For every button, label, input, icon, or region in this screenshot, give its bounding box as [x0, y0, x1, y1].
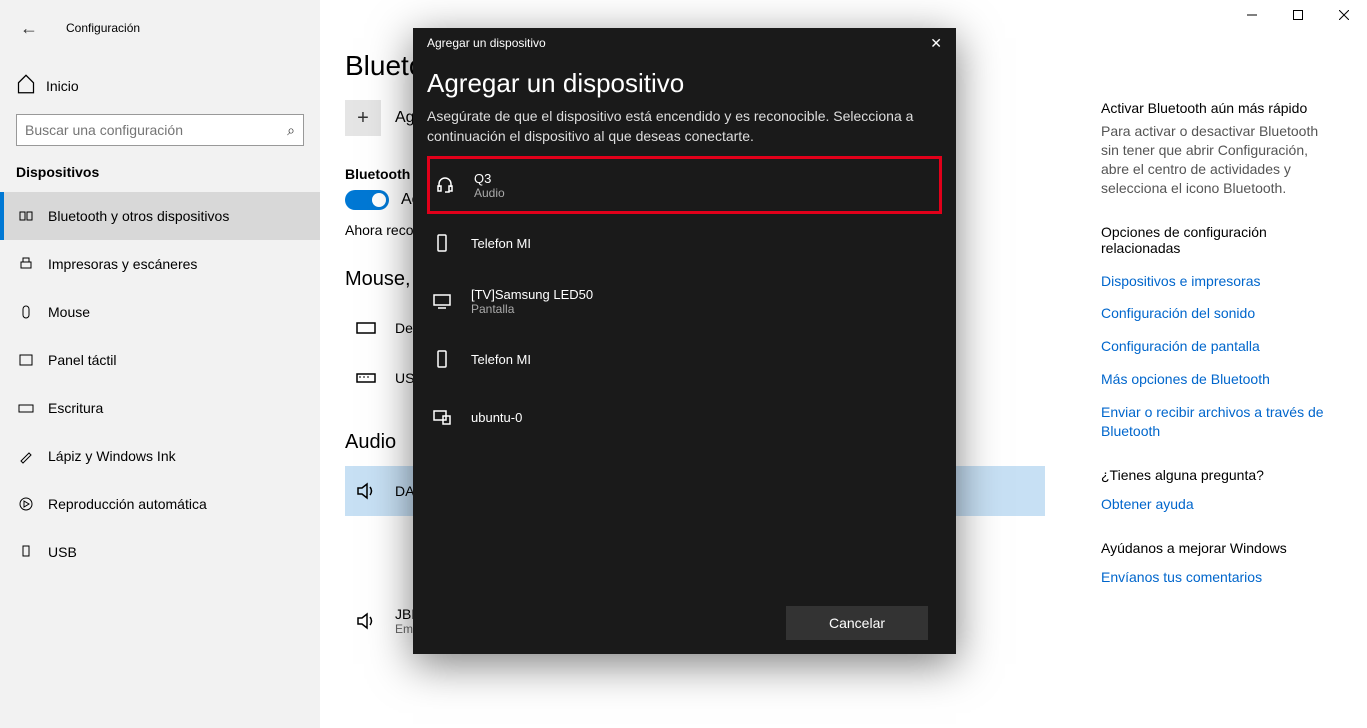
- nav-usb[interactable]: USB: [0, 528, 320, 576]
- related-title: Opciones de configuración relacionadas: [1101, 224, 1331, 256]
- nav-touchpad[interactable]: Panel táctil: [0, 336, 320, 384]
- search-box[interactable]: ⌕: [16, 114, 304, 146]
- nav-autoplay[interactable]: Reproducción automática: [0, 480, 320, 528]
- window-title: Configuración: [66, 21, 140, 35]
- nav-typing[interactable]: Escritura: [0, 384, 320, 432]
- section-title: Dispositivos: [0, 164, 320, 180]
- nav-label: Bluetooth y otros dispositivos: [48, 208, 229, 224]
- keyboard-icon: [16, 400, 36, 416]
- mouse-icon: [16, 304, 36, 320]
- nav-mouse[interactable]: Mouse: [0, 288, 320, 336]
- link-more-bt[interactable]: Más opciones de Bluetooth: [1101, 370, 1331, 389]
- add-device-dialog: Agregar un dispositivo ✕ Agregar un disp…: [413, 28, 956, 654]
- dialog-desc: Asegúrate de que el dispositivo está enc…: [427, 107, 942, 146]
- dialog-title: Agregar un dispositivo: [427, 36, 546, 50]
- nav-label: Escritura: [48, 400, 103, 416]
- device-item-q3[interactable]: Q3 Audio: [427, 156, 942, 214]
- keyboard-icon: [353, 315, 379, 341]
- device-item-phone[interactable]: Telefon MI: [427, 214, 942, 272]
- headset-icon: [434, 174, 456, 196]
- fast-bt-desc: Para activar o desactivar Bluetooth sin …: [1101, 122, 1331, 198]
- device-item-tv[interactable]: [TV]Samsung LED50 Pantalla: [427, 272, 942, 330]
- link-sound-config[interactable]: Configuración del sonido: [1101, 304, 1331, 323]
- nav-label: Mouse: [48, 304, 90, 320]
- device-item-computer[interactable]: ubuntu-0: [427, 388, 942, 446]
- search-icon: ⌕: [287, 122, 295, 139]
- device-name: Telefon MI: [471, 236, 531, 251]
- nav-label: USB: [48, 544, 77, 560]
- computer-icon: [431, 406, 453, 428]
- bluetooth-devices-icon: [16, 208, 36, 224]
- nav-list: Bluetooth y otros dispositivos Impresora…: [0, 192, 320, 576]
- bluetooth-toggle[interactable]: [345, 190, 389, 210]
- question-title: ¿Tienes alguna pregunta?: [1101, 467, 1331, 483]
- touchpad-icon: [16, 352, 36, 368]
- monitor-icon: [431, 290, 453, 312]
- nav-label: Reproducción automática: [48, 496, 207, 512]
- printer-icon: [16, 256, 36, 272]
- home-icon: [16, 74, 36, 99]
- device-item-phone[interactable]: Telefon MI: [427, 330, 942, 388]
- close-button[interactable]: [1321, 0, 1367, 30]
- window-controls: [1229, 0, 1367, 30]
- phone-icon: [431, 348, 453, 370]
- device-kind: Audio: [474, 186, 505, 200]
- nav-label: Panel táctil: [48, 352, 116, 368]
- link-display-config[interactable]: Configuración de pantalla: [1101, 337, 1331, 356]
- fast-bt-title: Activar Bluetooth aún más rápido: [1101, 100, 1331, 116]
- device-name: Telefon MI: [471, 352, 531, 367]
- home-link[interactable]: Inicio: [0, 66, 320, 106]
- speaker-icon: [353, 478, 379, 504]
- keyboard-icon: [353, 365, 379, 391]
- search-input[interactable]: [25, 122, 287, 138]
- dialog-heading: Agregar un dispositivo: [427, 58, 942, 107]
- device-name: DA: [395, 483, 414, 499]
- cancel-button[interactable]: Cancelar: [786, 606, 928, 640]
- usb-icon: [16, 544, 36, 560]
- minimize-button[interactable]: [1229, 0, 1275, 30]
- settings-sidebar: ← Configuración Inicio ⌕ Dispositivos Bl…: [0, 0, 320, 728]
- nav-printers[interactable]: Impresoras y escáneres: [0, 240, 320, 288]
- device-kind: Pantalla: [471, 302, 593, 316]
- speaker-icon: [353, 608, 379, 634]
- nav-label: Lápiz y Windows Ink: [48, 448, 176, 464]
- link-bt-files[interactable]: Enviar o recibir archivos a través de Bl…: [1101, 403, 1331, 441]
- nav-pen[interactable]: Lápiz y Windows Ink: [0, 432, 320, 480]
- improve-title: Ayúdanos a mejorar Windows: [1101, 540, 1331, 556]
- phone-icon: [431, 232, 453, 254]
- dialog-close-button[interactable]: ✕: [930, 35, 942, 52]
- back-arrow-icon[interactable]: ←: [20, 18, 38, 39]
- right-panel: Activar Bluetooth aún más rápido Para ac…: [1101, 100, 1331, 613]
- add-device-button[interactable]: +: [345, 100, 381, 136]
- home-label: Inicio: [46, 78, 79, 94]
- autoplay-icon: [16, 496, 36, 512]
- link-devices-printers[interactable]: Dispositivos e impresoras: [1101, 272, 1331, 291]
- device-name: [TV]Samsung LED50: [471, 287, 593, 302]
- nav-bluetooth[interactable]: Bluetooth y otros dispositivos: [0, 192, 320, 240]
- nav-label: Impresoras y escáneres: [48, 256, 197, 272]
- pen-icon: [16, 448, 36, 464]
- device-name: ubuntu-0: [471, 410, 522, 425]
- link-feedback[interactable]: Envíanos tus comentarios: [1101, 568, 1331, 587]
- link-get-help[interactable]: Obtener ayuda: [1101, 495, 1331, 514]
- device-list: Q3 Audio Telefon MI [TV]Samsung LED50 Pa…: [427, 156, 942, 446]
- maximize-button[interactable]: [1275, 0, 1321, 30]
- device-name: Q3: [474, 171, 505, 186]
